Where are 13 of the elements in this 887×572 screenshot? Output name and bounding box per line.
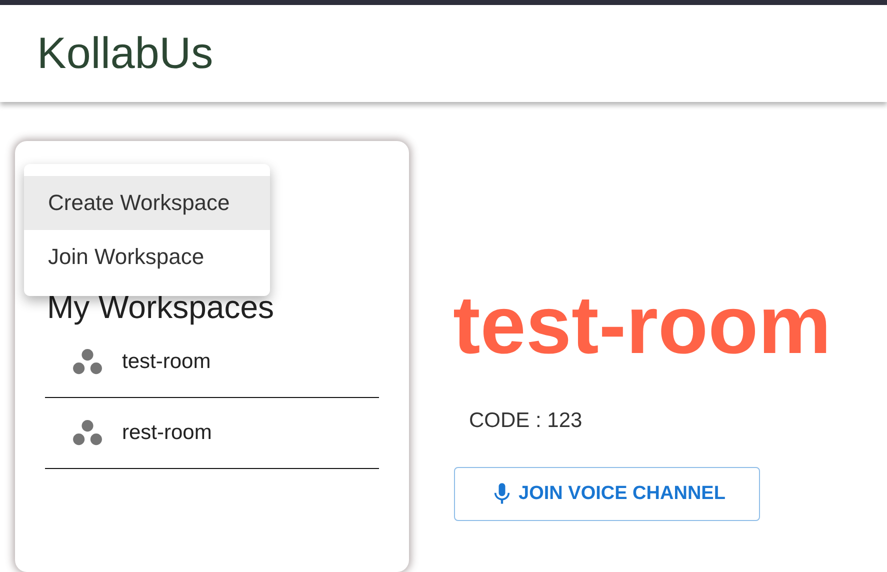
room-code: CODE : 123 [469, 409, 582, 433]
workspace-item[interactable]: rest-room [45, 398, 379, 469]
workspace-name: test-room [122, 350, 211, 374]
menu-item[interactable]: Create Workspace [24, 176, 270, 230]
workspace-name: rest-room [122, 421, 212, 445]
room-title: test-room [453, 281, 832, 371]
section-heading: My Workspaces [46, 288, 276, 327]
menu-item[interactable]: Join Workspace [24, 230, 270, 284]
app-title: KollabUs [37, 28, 214, 78]
workspace-item[interactable]: test-room [45, 327, 379, 398]
join-voice-button[interactable]: JOIN VOICE CHANNEL [454, 467, 760, 521]
group-icon [72, 420, 103, 446]
group-icon [72, 348, 103, 376]
